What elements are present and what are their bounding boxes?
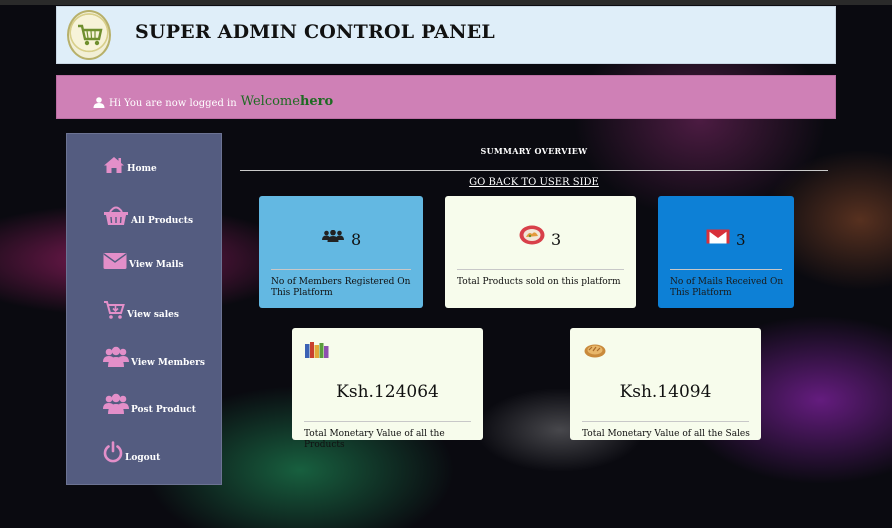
sidebar-item-view-members[interactable]: View Members — [103, 346, 205, 368]
summary-heading: SUMMARY OVERVIEW — [480, 146, 588, 156]
heading-divider — [240, 170, 828, 171]
users-icon — [103, 346, 129, 367]
products-sold-card: 3 Total Products sold on this platform — [445, 196, 636, 308]
mail-icon — [706, 229, 730, 244]
power-icon — [103, 441, 123, 463]
users-icon — [103, 393, 129, 414]
basket-icon — [104, 206, 128, 225]
sidebar-item-label: Logout — [125, 453, 161, 463]
members-caption: No of Members Registered On This Platfor… — [271, 277, 411, 298]
sidebar: Home All Products View Mails View sales — [66, 133, 222, 485]
sidebar-item-all-products[interactable]: All Products — [103, 204, 193, 226]
mails-count: 3 — [736, 231, 746, 249]
card-separator — [670, 269, 782, 270]
products-value-card: Ksh.124064 Total Monetary Value of all t… — [292, 328, 483, 450]
books-icon — [305, 342, 329, 358]
products-sold-count: 3 — [551, 230, 562, 249]
back-to-user-link[interactable]: GO BACK TO USER SIDE — [240, 177, 828, 188]
mails-caption: No of Mails Received On This Platform — [670, 277, 784, 298]
cart-logo-icon — [67, 10, 111, 60]
welcome-word: Welcome — [240, 94, 300, 109]
welcome-bar: Hi You are now logged in Welcomehero — [56, 75, 836, 119]
welcome-greeting: Welcomehero — [241, 94, 334, 109]
envelope-icon — [103, 253, 127, 269]
bread-icon — [584, 344, 606, 358]
home-icon — [104, 157, 124, 173]
products-value-caption: Total Monetary Value of all the Products — [304, 429, 445, 450]
sidebar-item-label: View Members — [131, 358, 205, 368]
sidebar-item-post-product[interactable]: Post Product — [103, 393, 196, 415]
sidebar-item-label: View sales — [127, 310, 179, 320]
window-top-strip — [0, 0, 892, 5]
card-separator — [457, 269, 624, 270]
welcome-username: hero — [299, 94, 334, 109]
members-icon — [322, 230, 344, 242]
header-bar: SUPER ADMIN CONTROL PANEL — [56, 6, 836, 64]
sidebar-item-label: Post Product — [131, 405, 196, 415]
products-sold-caption: Total Products sold on this platform — [457, 277, 621, 287]
sidebar-item-home[interactable]: Home — [103, 156, 157, 174]
sidebar-item-label: All Products — [131, 216, 194, 226]
food-icon — [519, 225, 545, 245]
sales-value-amount: Ksh.14094 — [619, 382, 712, 402]
sidebar-item-label: View Mails — [129, 260, 184, 270]
sales-value-card: Ksh.14094 Total Monetary Value of all th… — [570, 328, 761, 440]
card-separator — [582, 421, 749, 422]
members-count: 8 — [351, 230, 362, 249]
page-title: SUPER ADMIN CONTROL PANEL — [135, 21, 495, 43]
mails-card: 3 No of Mails Received On This Platform — [658, 196, 794, 308]
products-value-amount: Ksh.124064 — [336, 382, 439, 402]
sidebar-item-label: Home — [127, 164, 157, 174]
card-separator — [304, 421, 471, 422]
card-separator — [271, 269, 411, 270]
welcome-prefix: Hi You are now logged in — [109, 98, 237, 109]
welcome-message: Hi You are now logged in Welcomehero — [93, 94, 333, 109]
sidebar-item-view-sales[interactable]: View sales — [103, 300, 179, 320]
members-card: 8 No of Members Registered On This Platf… — [259, 196, 423, 308]
user-icon — [93, 97, 105, 108]
sidebar-item-logout[interactable]: Logout — [103, 441, 160, 463]
cart-icon — [104, 301, 125, 319]
sidebar-item-view-mails[interactable]: View Mails — [103, 252, 184, 270]
sales-value-caption: Total Monetary Value of all the Sales — [582, 429, 750, 439]
